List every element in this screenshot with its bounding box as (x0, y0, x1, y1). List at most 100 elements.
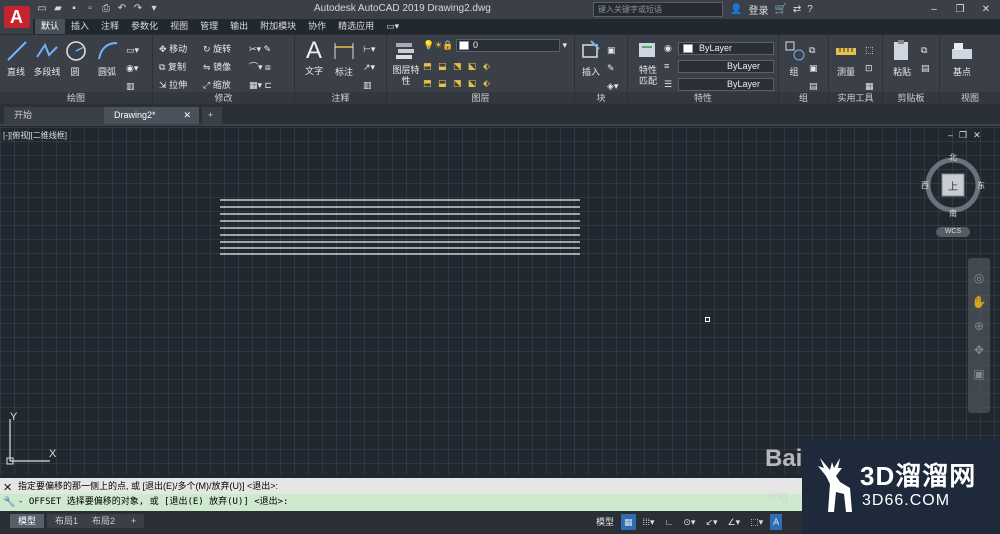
polyline-tool[interactable]: 多段线 (32, 39, 62, 78)
doc-tab-start[interactable]: 开始 (4, 107, 104, 124)
linetype-dropdown[interactable]: ByLayer (678, 60, 774, 73)
copy-clip-icon[interactable]: ⧉ (921, 41, 930, 59)
layout-tab-model[interactable]: 模型 (10, 514, 45, 528)
explode-icon[interactable]: ⧈ (265, 62, 271, 72)
snap-icon[interactable]: ⁞⁞⁞▾ (640, 514, 658, 530)
group-tool[interactable]: 组 (783, 39, 805, 78)
qat-dropdown-icon[interactable]: ▾ (148, 3, 160, 15)
mirror-tool[interactable]: ⇋ 镜像 (203, 58, 231, 76)
color-dropdown[interactable]: ByLayer (678, 42, 774, 55)
trim-icon[interactable]: ✂▾ ✎ (249, 40, 272, 58)
viewcube-south[interactable]: 南 (949, 208, 957, 219)
model-space-button[interactable]: 模型 (593, 514, 617, 530)
match-properties-tool[interactable]: 特性匹配 (635, 39, 661, 87)
ortho-icon[interactable]: ∟ (662, 514, 677, 530)
layer-dropdown-arrow-icon[interactable]: ▾ (563, 40, 568, 50)
new-file-icon[interactable]: ▭ (36, 3, 48, 15)
tab-close-icon[interactable]: ✕ (183, 107, 191, 124)
exchange-icon[interactable]: ⇄ (793, 4, 801, 15)
customize-wrench-icon[interactable]: 🔧 (3, 497, 15, 508)
lineweight-icon[interactable]: ☰ (664, 75, 672, 93)
close-icon[interactable]: ✕ (973, 1, 999, 18)
layer-select[interactable]: 0 (456, 39, 560, 52)
polar-icon[interactable]: ⊙▾ (680, 514, 698, 530)
linear-dim-icon[interactable]: ⊢▾ (363, 40, 375, 58)
tab-insert[interactable]: 插入 (65, 19, 95, 34)
lineweight-dropdown[interactable]: ByLayer (678, 78, 774, 91)
paste-tool[interactable]: 粘贴 (889, 39, 915, 78)
viewcube-top-face[interactable]: 上 (948, 178, 958, 193)
open-file-icon[interactable]: ▰ (52, 3, 64, 15)
navigation-bar[interactable]: ◎ ✋ ⊕ ✥ ▣ (968, 258, 990, 413)
dimension-tool[interactable]: 标注 (331, 39, 357, 78)
rectangle-icon[interactable]: ▭▾ (126, 41, 139, 59)
create-block-icon[interactable]: ▣ (607, 41, 618, 59)
linetype-icon[interactable]: ≡ (664, 57, 672, 75)
minimize-icon[interactable]: – (921, 1, 947, 18)
wcs-menu[interactable]: WCS (936, 227, 970, 237)
annotation-scale-icon[interactable]: A (770, 514, 783, 530)
group-edit-icon[interactable]: ▣ (809, 59, 818, 77)
command-close-icon[interactable]: ✕ (3, 481, 12, 494)
layer-tools-row1-icon[interactable]: ⬒ ⬓ ⬔ ⬕ ⬖ (423, 58, 492, 75)
drawing-canvas[interactable]: [-][俯视][二维线框] – ❐ ✕ 北 南 东 西 上 WCS ◎ ✋ ⊕ ✥ ▣ … (0, 127, 1000, 474)
viewcube[interactable]: 北 南 东 西 上 (920, 152, 986, 218)
save-as-icon[interactable]: ▫ (84, 3, 96, 15)
point-id-icon[interactable]: ⊡ (865, 59, 874, 77)
doc-tab-drawing2[interactable]: Drawing2* ✕ (104, 107, 199, 124)
search-input[interactable]: 键入关键字或短语 (593, 2, 723, 17)
base-point-tool[interactable]: 基点 (948, 39, 976, 78)
drawn-lines[interactable] (0, 127, 1000, 474)
nav-tools-icon[interactable]: ◎ ✋ ⊕ ✥ ▣ (968, 258, 990, 386)
new-tab-icon[interactable]: + (202, 107, 222, 124)
layer-properties-tool[interactable]: 图层特性 (392, 39, 420, 87)
restore-icon[interactable]: ❐ (947, 1, 973, 18)
layer-dropdown[interactable]: 💡☀🔒 0 ▾ (423, 39, 567, 52)
edit-block-icon[interactable]: ✎ (607, 59, 618, 77)
circle-tool[interactable]: 圆 (64, 39, 86, 78)
color-wheel-icon[interactable]: ◉ (664, 39, 672, 57)
fillet-icon[interactable]: ⌒▾ ⧈ (249, 58, 272, 76)
tab-view[interactable]: 视图 (164, 19, 194, 34)
app-menu-button[interactable]: A (0, 0, 33, 34)
tab-parametric[interactable]: 参数化 (125, 19, 164, 34)
ungroup-icon[interactable]: ⧉ (809, 41, 818, 59)
tab-default[interactable]: 默认 (35, 19, 66, 34)
otrack-icon[interactable]: ⬚▾ (747, 514, 766, 530)
quick-select-icon[interactable]: ⬚ (865, 41, 874, 59)
isodraft-icon[interactable]: ∠▾ (725, 514, 744, 530)
redo-icon[interactable]: ↷ (132, 3, 144, 15)
rotate-tool[interactable]: ↻ 旋转 (203, 40, 231, 58)
viewcube-north[interactable]: 北 (949, 152, 957, 163)
plot-icon[interactable]: ⎙ (100, 3, 112, 15)
cart-icon[interactable]: 🛒 (774, 4, 786, 15)
insert-block-tool[interactable]: 插入 (578, 39, 604, 78)
tab-manage[interactable]: 管理 (194, 19, 224, 34)
leader-icon[interactable]: ↗▾ (363, 58, 375, 76)
tab-addins[interactable]: 附加模块 (254, 19, 302, 34)
add-layout-icon[interactable]: + (123, 514, 145, 528)
ribbon-toggle-icon[interactable]: ▭▾ (380, 19, 405, 34)
cut-icon[interactable]: ▤ (921, 59, 930, 77)
move-tool[interactable]: ✥ 移动 (159, 40, 187, 58)
arc-tool[interactable]: 圆弧 (96, 39, 118, 78)
tab-featured-apps[interactable]: 精选应用 (332, 19, 380, 34)
help-button[interactable]: ? (807, 4, 813, 15)
line-tool[interactable]: 直线 (5, 39, 27, 78)
save-icon[interactable]: ▪ (68, 3, 80, 15)
copy-tool[interactable]: ⧉ 复制 (159, 58, 187, 76)
measure-tool[interactable]: 测量 (833, 39, 859, 78)
layout-tab-1[interactable]: 布局1 (47, 514, 87, 528)
osnap-icon[interactable]: ↙▾ (702, 514, 720, 530)
tab-output[interactable]: 输出 (224, 19, 254, 34)
viewcube-east[interactable]: 东 (977, 180, 985, 191)
layer-tools-row2-icon[interactable]: ⬒ ⬓ ⬔ ⬕ ⬖ (423, 75, 492, 92)
tab-annotate[interactable]: 注释 (95, 19, 125, 34)
erase-icon[interactable]: ✎ (264, 44, 272, 54)
layout-tab-2[interactable]: 布局2 (84, 514, 124, 528)
undo-icon[interactable]: ↶ (116, 3, 128, 15)
offset-icon[interactable]: ⊏ (265, 80, 273, 90)
login-button[interactable]: 登录 (748, 2, 768, 17)
viewcube-west[interactable]: 西 (921, 180, 929, 191)
hatch-icon[interactable]: ◉▾ (126, 59, 139, 77)
